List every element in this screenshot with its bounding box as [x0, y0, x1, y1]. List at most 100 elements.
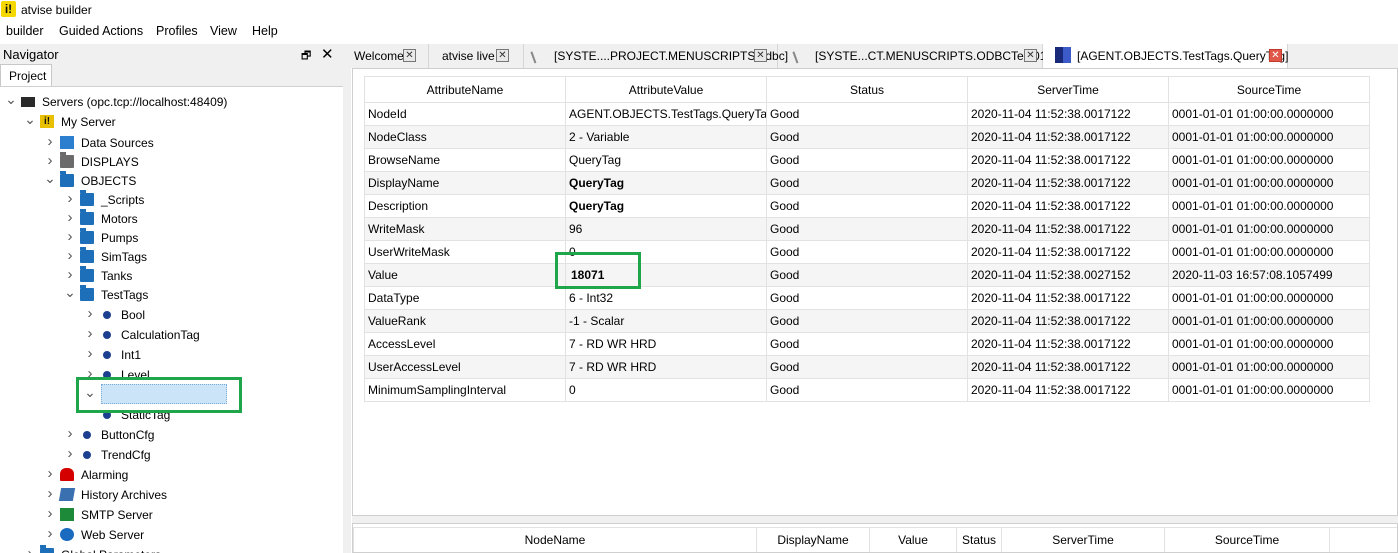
- tab-welcome[interactable]: Welcome ✕: [347, 44, 429, 68]
- table-cell[interactable]: UserAccessLevel: [364, 355, 566, 379]
- chevron-right-icon[interactable]: ›: [44, 485, 56, 502]
- tab-odbc-script[interactable]: [SYSTE....PROJECT.MENUSCRIPTS.odbc] ✕: [524, 44, 788, 68]
- table-cell[interactable]: 2020-11-04 11:52:38.0017122: [967, 171, 1169, 195]
- table-row[interactable]: MinimumSamplingInterval 0 Good 2020-11-04 1…: [364, 378, 1370, 402]
- table-cell[interactable]: Good: [766, 217, 968, 241]
- column-header[interactable]: Value: [869, 527, 957, 552]
- table-cell[interactable]: AccessLevel: [364, 332, 566, 356]
- table-cell[interactable]: 2020-11-04 11:52:38.0017122: [967, 148, 1169, 172]
- chevron-right-icon[interactable]: ›: [64, 209, 76, 226]
- table-row[interactable]: UserAccessLevel 7 - RD WR HRD Good 2020-11-…: [364, 355, 1370, 379]
- table-cell[interactable]: 2020-11-03 16:57:08.1057499: [1168, 263, 1370, 287]
- column-header[interactable]: Status: [766, 76, 968, 103]
- table-row[interactable]: DataType 6 - Int32 Good 2020-11-04 11:52:38…: [364, 286, 1370, 310]
- tab-close-icon[interactable]: ✕: [1269, 49, 1282, 62]
- table-cell[interactable]: 0001-01-01 01:00:00.0000000: [1168, 332, 1370, 356]
- tab-close-icon[interactable]: ✕: [1024, 49, 1037, 62]
- tab-close-icon[interactable]: ✕: [403, 49, 416, 62]
- table-cell[interactable]: QueryTag: [565, 194, 767, 218]
- table-cell[interactable]: AGENT.OBJECTS.TestTags.QueryTag: [565, 102, 767, 126]
- table-row[interactable]: UserWriteMask 0 Good 2020-11-04 11:52:38.00…: [364, 240, 1370, 264]
- table-cell[interactable]: -1 - Scalar: [565, 309, 767, 333]
- menu-view[interactable]: View: [210, 24, 237, 38]
- table-cell[interactable]: Good: [766, 309, 968, 333]
- column-header[interactable]: SourceTime: [1168, 76, 1370, 103]
- menu-guided-actions[interactable]: Guided Actions: [59, 24, 143, 38]
- table-cell[interactable]: 18071: [565, 263, 767, 287]
- table-cell[interactable]: 0001-01-01 01:00:00.0000000: [1168, 125, 1370, 149]
- table-cell[interactable]: MinimumSamplingInterval: [364, 378, 566, 402]
- menu-profiles[interactable]: Profiles: [156, 24, 198, 38]
- table-cell[interactable]: Good: [766, 332, 968, 356]
- table-cell[interactable]: 2020-11-04 11:52:38.0017122: [967, 125, 1169, 149]
- table-cell[interactable]: 0001-01-01 01:00:00.0000000: [1168, 286, 1370, 310]
- table-cell[interactable]: 0001-01-01 01:00:00.0000000: [1168, 355, 1370, 379]
- table-cell[interactable]: 2020-11-04 11:52:38.0027152: [967, 263, 1169, 287]
- chevron-right-icon[interactable]: ›: [64, 247, 76, 264]
- close-panel-icon[interactable]: ✕: [321, 45, 334, 63]
- table-cell[interactable]: 2020-11-04 11:52:38.0017122: [967, 309, 1169, 333]
- table-cell[interactable]: Value: [364, 263, 566, 287]
- table-cell[interactable]: Good: [766, 286, 968, 310]
- chevron-right-icon[interactable]: ›: [44, 465, 56, 482]
- chevron-right-icon[interactable]: ›: [64, 425, 76, 442]
- table-cell[interactable]: 0: [565, 378, 767, 402]
- tab-atvise-live[interactable]: atvise live ✕: [429, 44, 524, 68]
- table-cell[interactable]: 6 - Int32: [565, 286, 767, 310]
- column-header[interactable]: AttributeValue: [565, 76, 767, 103]
- chevron-right-icon[interactable]: ›: [84, 325, 96, 342]
- table-cell[interactable]: BrowseName: [364, 148, 566, 172]
- table-cell[interactable]: Good: [766, 240, 968, 264]
- chevron-down-icon[interactable]: ⌄: [84, 384, 96, 401]
- table-cell[interactable]: 0001-01-01 01:00:00.0000000: [1168, 309, 1370, 333]
- table-cell[interactable]: 2020-11-04 11:52:38.0017122: [967, 378, 1169, 402]
- table-cell[interactable]: Good: [766, 171, 968, 195]
- table-row[interactable]: AccessLevel 7 - RD WR HRD Good 2020-11-04 1…: [364, 332, 1370, 356]
- chevron-right-icon[interactable]: ›: [64, 445, 76, 462]
- chevron-right-icon[interactable]: ›: [84, 365, 96, 382]
- table-cell[interactable]: Description: [364, 194, 566, 218]
- table-cell[interactable]: 0001-01-01 01:00:00.0000000: [1168, 378, 1370, 402]
- table-cell[interactable]: 2020-11-04 11:52:38.0017122: [967, 194, 1169, 218]
- table-cell[interactable]: ValueRank: [364, 309, 566, 333]
- table-cell[interactable]: WriteMask: [364, 217, 566, 241]
- tab-close-icon[interactable]: ✕: [496, 49, 509, 62]
- tab-odbctest-script[interactable]: [SYSTE...CT.MENUSCRIPTS.ODBCTest01] ✕: [778, 44, 1050, 68]
- table-cell[interactable]: 0001-01-01 01:00:00.0000000: [1168, 194, 1370, 218]
- table-cell[interactable]: 0001-01-01 01:00:00.0000000: [1168, 240, 1370, 264]
- menu-help[interactable]: Help: [252, 24, 278, 38]
- table-row[interactable]: NodeId AGENT.OBJECTS.TestTags.QueryTag Goo…: [364, 102, 1370, 126]
- table-cell[interactable]: NodeClass: [364, 125, 566, 149]
- table-row[interactable]: WriteMask 96 Good 2020-11-04 11:52:38.00171…: [364, 217, 1370, 241]
- column-header[interactable]: DisplayName: [756, 527, 870, 552]
- table-cell[interactable]: QueryTag: [565, 148, 767, 172]
- tab-querytag[interactable]: [AGENT.OBJECTS.TestTags.QueryTag] ✕: [1043, 44, 1288, 68]
- table-cell[interactable]: 7 - RD WR HRD: [565, 355, 767, 379]
- chevron-right-icon[interactable]: ›: [64, 266, 76, 283]
- table-cell[interactable]: 0001-01-01 01:00:00.0000000: [1168, 171, 1370, 195]
- splitter-horizontal[interactable]: [352, 516, 1398, 523]
- column-header[interactable]: ServerTime: [967, 76, 1169, 103]
- table-cell[interactable]: DataType: [364, 286, 566, 310]
- chevron-down-icon[interactable]: ⌄: [5, 91, 17, 108]
- table-cell[interactable]: Good: [766, 125, 968, 149]
- table-row[interactable]: NodeClass 2 - Variable Good 2020-11-04 11:5…: [364, 125, 1370, 149]
- table-cell[interactable]: 2020-11-04 11:52:38.0017122: [967, 102, 1169, 126]
- table-cell[interactable]: 0001-01-01 01:00:00.0000000: [1168, 102, 1370, 126]
- tab-close-icon[interactable]: ✕: [754, 49, 767, 62]
- chevron-right-icon[interactable]: ›: [84, 305, 96, 322]
- table-cell[interactable]: NodeId: [364, 102, 566, 126]
- column-header[interactable]: SourceTime: [1164, 527, 1330, 552]
- table-cell[interactable]: Good: [766, 378, 968, 402]
- table-cell[interactable]: 2020-11-04 11:52:38.0017122: [967, 217, 1169, 241]
- table-row[interactable]: Value 18071 Good 2020-11-04 11:52:38.002715…: [364, 263, 1370, 287]
- chevron-right-icon[interactable]: ›: [44, 525, 56, 542]
- table-cell[interactable]: 2 - Variable: [565, 125, 767, 149]
- table-cell[interactable]: 2020-11-04 11:52:38.0017122: [967, 332, 1169, 356]
- column-header[interactable]: AttributeName: [364, 76, 566, 103]
- table-cell[interactable]: Good: [766, 148, 968, 172]
- column-header[interactable]: NodeName: [353, 527, 757, 552]
- chevron-down-icon[interactable]: ⌄: [24, 111, 36, 128]
- table-cell[interactable]: Good: [766, 102, 968, 126]
- table-row[interactable]: BrowseName QueryTag Good 2020-11-04 11:52:3…: [364, 148, 1370, 172]
